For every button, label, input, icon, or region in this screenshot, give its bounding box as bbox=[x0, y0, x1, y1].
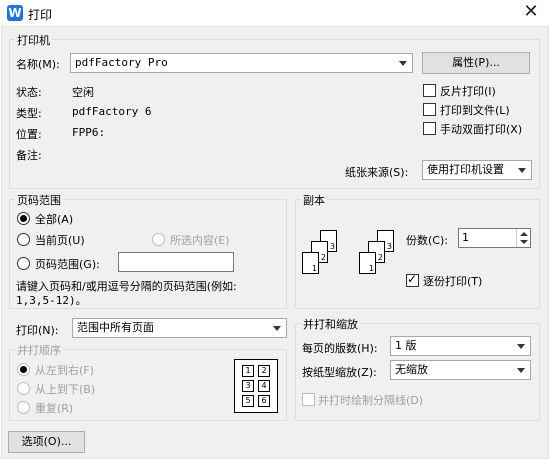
copies-value: 1 bbox=[462, 231, 469, 244]
chevron-down-icon bbox=[399, 61, 407, 66]
page-range-title: 页码范围 bbox=[15, 192, 63, 208]
dialog-client: 打印机 名称(M): pdfFactory Pro 属性(P)... 状态: 空… bbox=[1, 26, 549, 459]
print-what-dropdown[interactable]: 范围中所有页面 bbox=[72, 318, 287, 338]
collate-illustration: 3 2 1 bbox=[300, 230, 350, 285]
copies-spinner[interactable] bbox=[516, 229, 530, 247]
app-icon: W bbox=[7, 5, 23, 21]
range-selection-radio[interactable] bbox=[152, 233, 165, 246]
order-left-right-label: 从左到右(F) bbox=[35, 364, 94, 377]
spin-up-icon[interactable] bbox=[520, 232, 528, 236]
range-current-radio[interactable] bbox=[17, 233, 30, 246]
pages-per-sheet-dropdown[interactable]: 1 版 bbox=[390, 336, 531, 356]
order-top-bottom-label: 从上到下(B) bbox=[35, 383, 96, 396]
range-pages-label: 页码范围(G): bbox=[35, 258, 100, 271]
printer-name-label: 名称(M): bbox=[16, 58, 60, 71]
grid-cell: 3 bbox=[242, 380, 254, 392]
pages-per-sheet-label: 每页的版数(H): bbox=[302, 342, 378, 355]
page-icon: 1 bbox=[302, 252, 319, 274]
printer-group-title: 打印机 bbox=[15, 32, 52, 48]
printer-name-dropdown[interactable]: pdfFactory Pro bbox=[70, 53, 413, 73]
print-to-file-label: 打印到文件(L) bbox=[440, 104, 510, 117]
range-hint-example: 1,3,5-12)。 bbox=[16, 294, 87, 307]
printer-name-value: pdfFactory Pro bbox=[75, 56, 168, 69]
grid-cell: 4 bbox=[258, 380, 270, 392]
comment-label: 备注: bbox=[16, 149, 42, 162]
paper-source-value: 使用打印机设置 bbox=[427, 163, 504, 176]
print-what-label: 打印(N): bbox=[16, 324, 59, 337]
print-to-file-checkbox[interactable] bbox=[423, 103, 436, 116]
collate-illustration: 3 2 1 bbox=[357, 230, 407, 285]
manual-duplex-checkbox[interactable] bbox=[423, 122, 436, 135]
range-all-radio[interactable] bbox=[17, 212, 30, 225]
status-label: 状态: bbox=[16, 86, 42, 99]
type-label: 类型: bbox=[16, 107, 42, 120]
pages-per-sheet-value: 1 版 bbox=[395, 339, 417, 352]
draw-lines-label: 并打时绘制分隔线(D) bbox=[318, 394, 424, 407]
order-title: 并打顺序 bbox=[15, 342, 63, 358]
paper-source-label: 纸张来源(S): bbox=[345, 166, 409, 179]
copies-label: 份数(C): bbox=[406, 234, 448, 247]
reverse-print-label: 反片打印(I) bbox=[440, 85, 496, 98]
scale-label: 按纸型缩放(Z): bbox=[302, 366, 377, 379]
print-what-value: 范围中所有页面 bbox=[77, 321, 154, 334]
title-bar: W 打印 ✕ bbox=[0, 0, 550, 26]
grid-cell: 6 bbox=[258, 395, 270, 407]
status-value: 空闲 bbox=[72, 86, 94, 99]
order-top-bottom-radio[interactable] bbox=[17, 382, 30, 395]
range-current-label: 当前页(U) bbox=[35, 234, 85, 247]
grid-cell: 1 bbox=[242, 365, 254, 377]
collate-checkbox[interactable] bbox=[406, 272, 419, 287]
scale-value: 无缩放 bbox=[395, 363, 428, 376]
collate-label: 逐份打印(T) bbox=[423, 275, 483, 288]
location-value: FPP6: bbox=[72, 126, 106, 139]
copies-input[interactable]: 1 bbox=[458, 228, 531, 248]
zoom-title: 并打和缩放 bbox=[301, 316, 360, 332]
grid-cell: 2 bbox=[258, 365, 270, 377]
chevron-down-icon bbox=[517, 344, 525, 349]
options-button[interactable]: 选项(O)... bbox=[8, 431, 85, 453]
copies-title: 副本 bbox=[301, 192, 327, 208]
grid-cell: 5 bbox=[242, 395, 254, 407]
chevron-down-icon bbox=[518, 168, 526, 173]
type-value: pdfFactory 6 bbox=[72, 105, 152, 118]
properties-button[interactable]: 属性(P)... bbox=[422, 52, 530, 74]
manual-duplex-label: 手动双面打印(X) bbox=[440, 123, 523, 136]
range-selection-label: 所选内容(E) bbox=[170, 234, 230, 247]
close-icon[interactable]: ✕ bbox=[520, 2, 542, 24]
chevron-down-icon bbox=[517, 368, 525, 373]
chevron-down-icon bbox=[273, 326, 281, 331]
range-pages-radio[interactable] bbox=[17, 257, 30, 270]
draw-lines-checkbox[interactable] bbox=[302, 393, 315, 406]
page-icon: 1 bbox=[359, 252, 376, 274]
spin-down-icon[interactable] bbox=[520, 240, 528, 244]
scale-dropdown[interactable]: 无缩放 bbox=[390, 360, 531, 380]
order-left-right-radio[interactable] bbox=[17, 363, 30, 376]
page-range-input[interactable] bbox=[118, 252, 234, 272]
range-all-label: 全部(A) bbox=[35, 213, 74, 226]
window-title: 打印 bbox=[28, 8, 53, 22]
order-repeat-radio[interactable] bbox=[17, 401, 30, 414]
order-preview: 1 2 3 4 5 6 bbox=[234, 359, 278, 413]
reverse-print-checkbox[interactable] bbox=[423, 84, 436, 97]
location-label: 位置: bbox=[16, 128, 42, 141]
order-repeat-label: 重复(R) bbox=[35, 402, 74, 415]
paper-source-dropdown[interactable]: 使用打印机设置 bbox=[422, 160, 532, 180]
